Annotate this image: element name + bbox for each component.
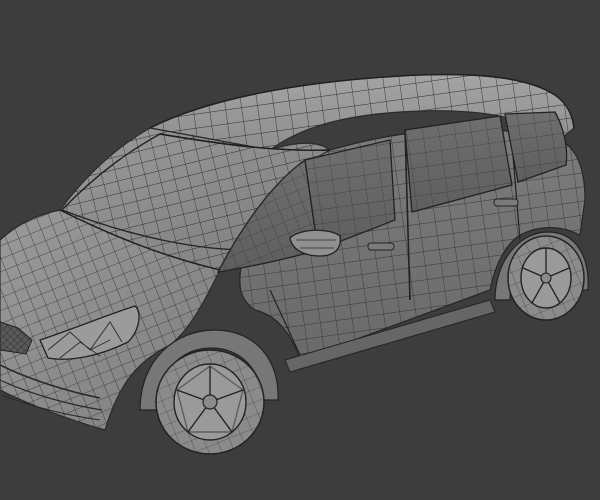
- viewport-canvas[interactable]: [0, 0, 600, 500]
- 3d-viewport[interactable]: [0, 0, 600, 500]
- car-model[interactable]: [0, 73, 589, 455]
